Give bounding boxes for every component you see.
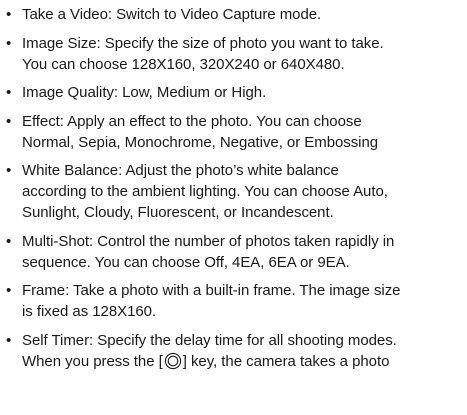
bullet-symbol: • — [6, 331, 12, 349]
list-item-image-size: • Image Size: Specify the size of photo … — [6, 33, 467, 75]
item-text-line: according to the ambient lighting. You c… — [22, 183, 388, 200]
list-item-take-a-video: • Take a Video: Switch to Video Capture … — [6, 4, 467, 25]
item-text-line-with-key: When you press the [ ] key, the camera ta… — [22, 351, 467, 372]
item-text-line: Image Quality: Low, Medium or High. — [22, 84, 267, 101]
item-text-line: Normal, Sepia, Monochrome, Negative, or … — [22, 133, 379, 151]
bullet-symbol: • — [6, 112, 12, 130]
bullet-symbol: • — [6, 84, 12, 101]
item-text-line: Take a Video: Switch to Video Capture mo… — [22, 6, 322, 23]
camera-key-icon — [164, 352, 181, 369]
bullet-symbol: • — [6, 162, 12, 179]
key-instruction-after: ] key, the camera takes a photo — [182, 352, 390, 370]
list-item-self-timer: • Self Timer: Specify the delay time for… — [6, 330, 467, 372]
item-text-line: Image Size: Specify the size of photo yo… — [22, 34, 384, 52]
item-text-line: Multi-Shot: Control the number of photos… — [22, 232, 395, 250]
list-item-image-quality: • Image Quality: Low, Medium or High. — [6, 82, 467, 103]
item-text-line: is fixed as 128X160. — [22, 303, 157, 320]
key-instruction-before: When you press the [ — [22, 352, 163, 370]
camera-settings-list: • Take a Video: Switch to Video Capture … — [6, 4, 467, 372]
item-text-line: Effect: Apply an effect to the photo. Yo… — [22, 112, 362, 130]
manual-page: • Take a Video: Switch to Video Capture … — [0, 0, 467, 415]
bullet-symbol: • — [6, 232, 12, 250]
list-item-multi-shot: • Multi-Shot: Control the number of phot… — [6, 231, 467, 273]
item-text-line: Sunlight, Cloudy, Fluorescent, or Incand… — [22, 204, 334, 221]
item-text-line: White Balance: Adjust the photo’s white … — [22, 162, 339, 179]
item-text-line: sequence. You can choose Off, 4EA, 6EA o… — [22, 253, 350, 271]
bullet-symbol: • — [6, 282, 12, 299]
list-item-white-balance: • White Balance: Adjust the photo’s whit… — [6, 160, 467, 223]
list-item-frame: • Frame: Take a photo with a built-in fr… — [6, 280, 467, 322]
item-text-line: Self Timer: Specify the delay time for a… — [22, 331, 397, 349]
list-item-effect: • Effect: Apply an effect to the photo. … — [6, 111, 467, 153]
bullet-symbol: • — [6, 6, 12, 23]
bullet-symbol: • — [6, 34, 12, 52]
item-text-line: Frame: Take a photo with a built-in fram… — [22, 282, 401, 299]
item-text-line: You can choose 128X160, 320X240 or 640X4… — [22, 55, 345, 73]
